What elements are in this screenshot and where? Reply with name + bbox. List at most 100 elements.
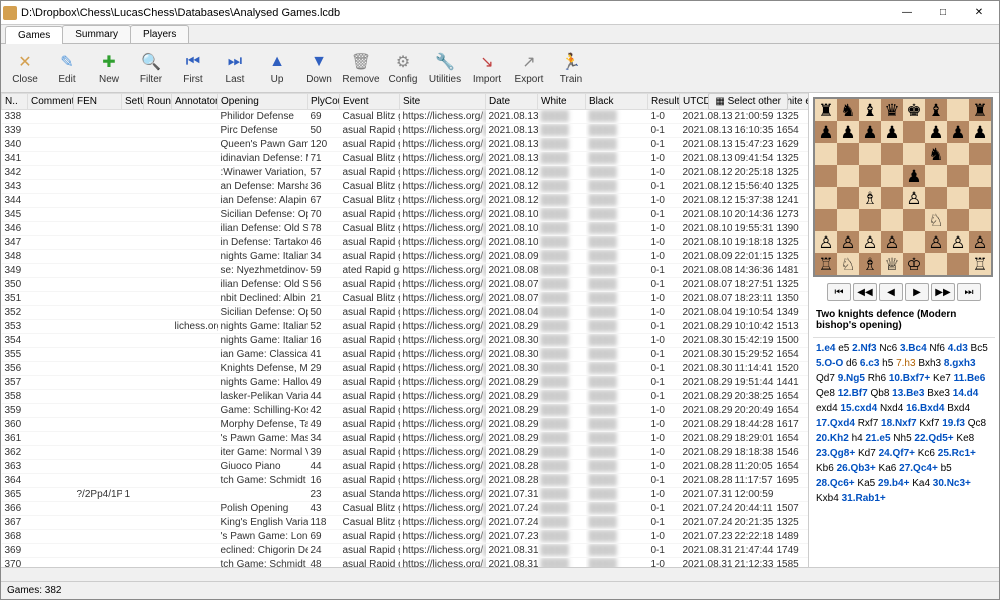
square[interactable] <box>947 143 969 165</box>
nav-next[interactable]: ▶▶ <box>931 283 955 301</box>
table-row[interactable]: 349se: Nyezhmetdinov-Ross59ated Rapid ga… <box>2 264 810 278</box>
tab-games[interactable]: Games <box>5 26 63 44</box>
table-row[interactable]: 344ian Defense: Alapin Varia67Casual Bli… <box>2 194 810 208</box>
square[interactable]: ♙ <box>969 231 991 253</box>
square[interactable]: ♟ <box>837 121 859 143</box>
square[interactable] <box>881 165 903 187</box>
square[interactable] <box>837 165 859 187</box>
square[interactable] <box>947 165 969 187</box>
square[interactable] <box>925 187 947 209</box>
square[interactable] <box>903 209 925 231</box>
square[interactable]: ♗ <box>859 253 881 275</box>
square[interactable]: ♙ <box>925 231 947 253</box>
square[interactable] <box>815 187 837 209</box>
nav-back[interactable]: ◀ <box>879 283 903 301</box>
col-site[interactable]: Site <box>400 94 486 110</box>
maximize-button[interactable]: □ <box>925 3 961 23</box>
square[interactable] <box>903 121 925 143</box>
table-row[interactable]: 365?/2Pp4/1P1P1l123asual Standard gahttp… <box>2 488 810 502</box>
square[interactable]: ♟ <box>969 121 991 143</box>
table-row[interactable]: 340Queen's Pawn Game120asual Rapid gamht… <box>2 138 810 152</box>
table-row[interactable]: 355ian Game: Classical Varia41asual Rapi… <box>2 348 810 362</box>
square[interactable] <box>881 209 903 231</box>
square[interactable] <box>925 253 947 275</box>
square[interactable]: ♟ <box>881 121 903 143</box>
games-grid[interactable]: ▦ Select other N..CommentFENSetUpRoundAn… <box>1 93 809 567</box>
close-button[interactable]: ✕ <box>961 3 997 23</box>
table-row[interactable]: 351nbit Declined: Albin Cou21Casual Blit… <box>2 292 810 306</box>
square[interactable]: ♗ <box>859 187 881 209</box>
edit-button[interactable]: ✎Edit <box>47 46 87 90</box>
table-row[interactable]: 367King's English Variation,118Casual Bl… <box>2 516 810 530</box>
table-row[interactable]: 363Giuoco Piano44asual Rapid gamhttps://… <box>2 460 810 474</box>
square[interactable]: ♜ <box>815 99 837 121</box>
table-row[interactable]: 348nights Game: Italian Va34asual Rapid … <box>2 250 810 264</box>
last-button[interactable]: ⏭Last <box>215 46 255 90</box>
moves-list[interactable]: 1.e4 e5 2.Nf3 Nc6 3.Bc4 Nf6 4.d3 Bc5 5.O… <box>813 337 995 563</box>
table-row[interactable]: 345Sicilian Defense: Open70asual Rapid g… <box>2 208 810 222</box>
square[interactable] <box>969 209 991 231</box>
square[interactable]: ♙ <box>947 231 969 253</box>
close-button[interactable]: ✕Close <box>5 46 45 90</box>
table-row[interactable]: 369eclined: Chigorin Defens24asual Rapid… <box>2 544 810 558</box>
nav-fwd[interactable]: ▶ <box>905 283 929 301</box>
table-row[interactable]: 338Philidor Defense69Casual Blitz gameht… <box>2 110 810 124</box>
square[interactable] <box>859 165 881 187</box>
table-row[interactable]: 370tch Game: Schmidt Varia48asual Rapid … <box>2 558 810 568</box>
col-annotator[interactable]: Annotator <box>172 94 218 110</box>
remove-button[interactable]: 🗑Remove <box>341 46 381 90</box>
square[interactable]: ♕ <box>881 253 903 275</box>
table-row[interactable]: 353lichess.orgnights Game: Italian Var52… <box>2 320 810 334</box>
table-row[interactable]: 352Sicilian Defense: Open50asual Rapid g… <box>2 306 810 320</box>
square[interactable]: ♙ <box>859 231 881 253</box>
minimize-button[interactable]: — <box>889 3 925 23</box>
col-opening[interactable]: Opening <box>218 94 308 110</box>
table-row[interactable]: 366Polish Opening43Casual Blitz gamehttp… <box>2 502 810 516</box>
square[interactable] <box>903 231 925 253</box>
square[interactable] <box>859 209 881 231</box>
square[interactable]: ♝ <box>925 99 947 121</box>
square[interactable]: ♟ <box>815 121 837 143</box>
table-row[interactable]: 339Pirc Defense50asual Rapid gamhttps://… <box>2 124 810 138</box>
square[interactable] <box>815 209 837 231</box>
tab-summary[interactable]: Summary <box>62 25 131 43</box>
square[interactable]: ♜ <box>969 99 991 121</box>
square[interactable]: ♚ <box>903 99 925 121</box>
table-row[interactable]: 368's Pawn Game: London S69asual Rapid g… <box>2 530 810 544</box>
square[interactable]: ♝ <box>859 99 881 121</box>
up-button[interactable]: ▲Up <box>257 46 297 90</box>
square[interactable] <box>815 143 837 165</box>
config-button[interactable]: ⚙Config <box>383 46 423 90</box>
col-result[interactable]: Result <box>648 94 680 110</box>
col-ply[interactable]: PlyCount <box>308 94 340 110</box>
table-row[interactable]: 360Morphy Defense, Tarras49asual Rapid g… <box>2 418 810 432</box>
export-button[interactable]: ↗Export <box>509 46 549 90</box>
square[interactable]: ♟ <box>925 121 947 143</box>
nav-prev[interactable]: ◀◀ <box>853 283 877 301</box>
square[interactable] <box>903 143 925 165</box>
horizontal-scrollbar[interactable] <box>1 567 999 581</box>
col-n[interactable]: N.. <box>2 94 28 110</box>
col-fen[interactable]: FEN <box>74 94 122 110</box>
table-row[interactable]: 342:Winawer Variation, Ad57asual Rapid g… <box>2 166 810 180</box>
square[interactable] <box>969 187 991 209</box>
square[interactable]: ♟ <box>947 121 969 143</box>
square[interactable] <box>969 165 991 187</box>
col-date[interactable]: Date <box>486 94 538 110</box>
square[interactable]: ♙ <box>903 187 925 209</box>
square[interactable] <box>947 187 969 209</box>
table-row[interactable]: 354nights Game: Italian Var16asual Rapid… <box>2 334 810 348</box>
square[interactable] <box>925 165 947 187</box>
square[interactable] <box>881 187 903 209</box>
col-event[interactable]: Event <box>340 94 400 110</box>
square[interactable]: ♙ <box>881 231 903 253</box>
select-other-button[interactable]: ▦ Select other <box>708 93 788 110</box>
col-black[interactable]: Black <box>586 94 648 110</box>
square[interactable]: ♔ <box>903 253 925 275</box>
table-row[interactable]: 359Game: Schilling-Kostic G42asual Rapid… <box>2 404 810 418</box>
square[interactable]: ♖ <box>815 253 837 275</box>
square[interactable]: ♟ <box>903 165 925 187</box>
col-comment[interactable]: Comment <box>28 94 74 110</box>
square[interactable]: ♞ <box>925 143 947 165</box>
square[interactable] <box>815 165 837 187</box>
